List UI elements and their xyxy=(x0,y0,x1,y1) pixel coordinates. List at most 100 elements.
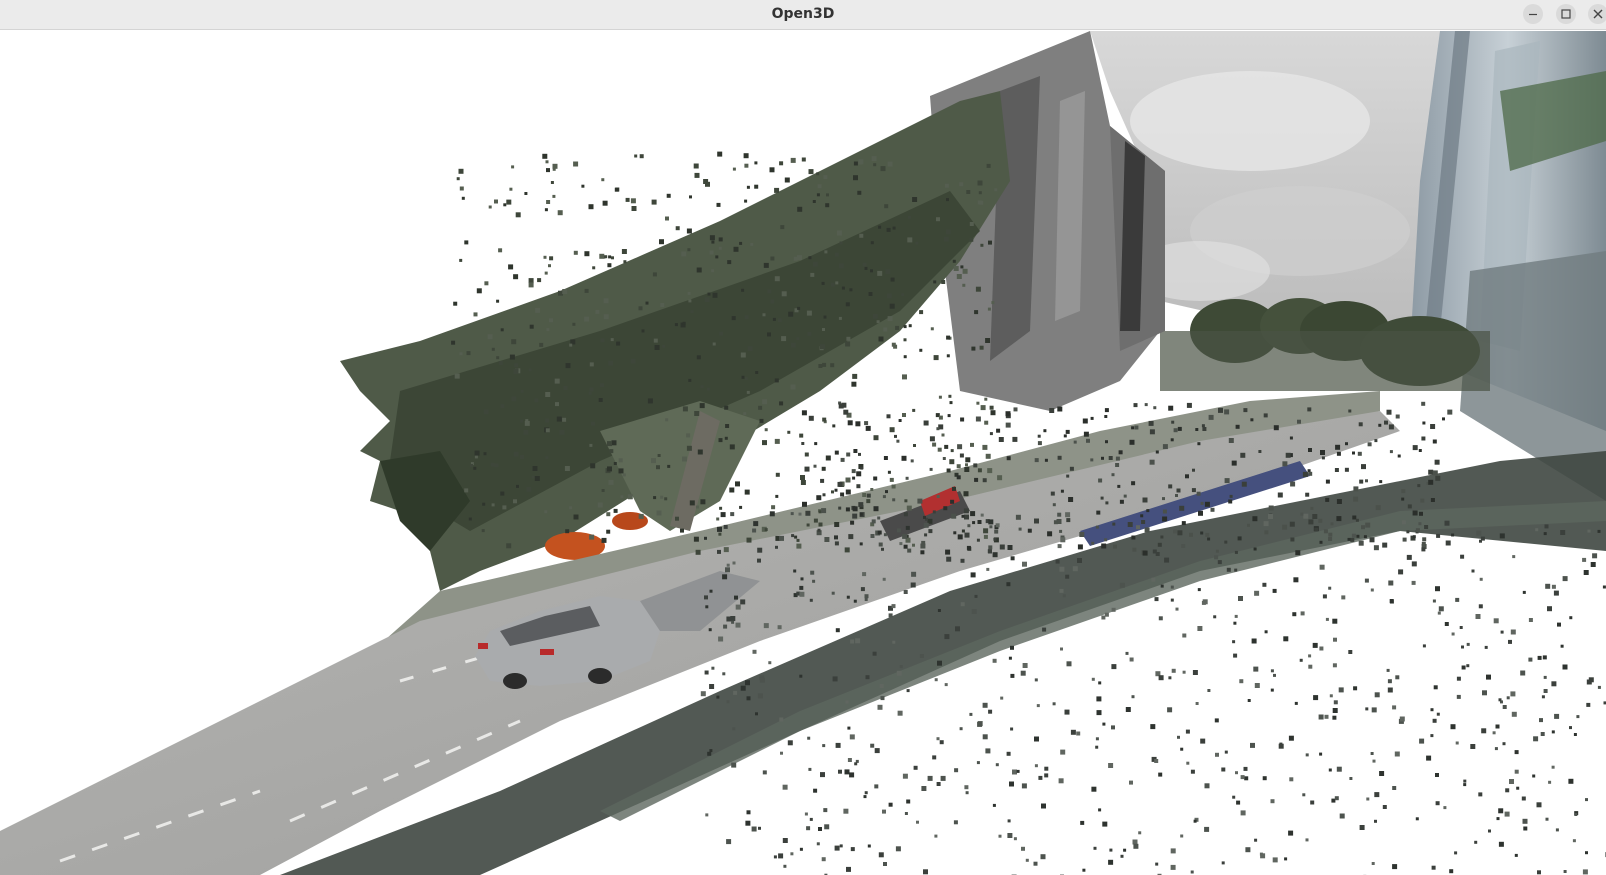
cloud-point xyxy=(653,496,657,500)
cloud-point xyxy=(487,334,493,340)
cloud-point xyxy=(834,450,839,455)
cloud-point xyxy=(597,502,603,508)
cloud-point xyxy=(903,590,908,594)
cloud-point xyxy=(1592,553,1598,559)
cloud-point xyxy=(1138,831,1142,835)
cloud-point xyxy=(853,599,857,603)
cloud-point xyxy=(1436,533,1441,538)
cloud-point xyxy=(1450,724,1456,730)
cloud-point xyxy=(1218,407,1223,413)
cloud-point xyxy=(755,712,758,716)
cloud-point xyxy=(1305,838,1309,842)
cloud-point xyxy=(782,784,788,790)
close-button[interactable] xyxy=(1588,4,1606,24)
cloud-point xyxy=(1181,544,1186,548)
cloud-point xyxy=(1406,530,1410,534)
cloud-point xyxy=(573,250,578,255)
cloud-point xyxy=(1350,537,1355,542)
cloud-point xyxy=(933,280,937,284)
cloud-point xyxy=(696,355,701,360)
cloud-point xyxy=(1010,645,1014,650)
cloud-point xyxy=(705,813,709,817)
cloud-point xyxy=(1554,713,1560,719)
maximize-button[interactable] xyxy=(1556,4,1576,24)
cloud-point xyxy=(589,387,594,392)
cloud-point xyxy=(584,316,590,322)
cloud-point xyxy=(1042,627,1047,632)
cloud-point xyxy=(1186,402,1192,408)
cloud-point xyxy=(1418,522,1422,526)
cloud-point xyxy=(1037,434,1041,438)
cloud-point xyxy=(735,481,740,487)
cloud-point xyxy=(1195,702,1199,705)
cloud-point xyxy=(858,452,861,456)
cloud-point xyxy=(498,361,503,365)
cloud-point xyxy=(877,530,882,535)
3d-viewport[interactable] xyxy=(0,31,1606,875)
cloud-point xyxy=(1158,616,1163,621)
cloud-point xyxy=(946,198,949,202)
cloud-point xyxy=(1020,670,1026,676)
cloud-point xyxy=(1079,532,1085,537)
cloud-point xyxy=(1532,774,1536,778)
cloud-point xyxy=(1582,869,1588,875)
cloud-point xyxy=(893,344,898,349)
cloud-point xyxy=(957,444,963,450)
cloud-point xyxy=(1047,531,1053,537)
cloud-point xyxy=(1460,554,1465,559)
cloud-point xyxy=(956,464,961,469)
cloud-point xyxy=(1221,767,1226,772)
cloud-point xyxy=(1514,853,1518,857)
cloud-point xyxy=(704,670,709,675)
cloud-point xyxy=(856,471,862,477)
cloud-point xyxy=(903,325,907,329)
cloud-point xyxy=(886,414,891,419)
point-cloud-render[interactable] xyxy=(0,31,1606,875)
cloud-point xyxy=(1010,556,1015,561)
cloud-point xyxy=(700,691,706,697)
cloud-point xyxy=(1388,424,1394,430)
cloud-point xyxy=(1334,796,1339,801)
cloud-point xyxy=(883,456,888,460)
cloud-point xyxy=(1080,820,1085,825)
cloud-point xyxy=(777,625,782,630)
cloud-point xyxy=(1233,653,1238,658)
cloud-point xyxy=(1374,819,1377,823)
cloud-point xyxy=(1065,574,1070,579)
cloud-point xyxy=(464,240,469,245)
minimize-button[interactable] xyxy=(1523,4,1543,24)
cloud-point xyxy=(740,685,746,691)
cloud-point xyxy=(1356,534,1360,538)
title-bar[interactable]: Open3D xyxy=(0,0,1606,30)
cloud-point xyxy=(870,269,873,273)
cloud-point xyxy=(964,467,970,472)
cloud-point xyxy=(1060,647,1063,651)
cloud-point xyxy=(1207,689,1211,692)
cloud-point xyxy=(1297,419,1301,424)
cloud-point xyxy=(496,356,500,360)
cloud-point xyxy=(812,261,818,267)
cloud-point xyxy=(1545,583,1551,589)
cloud-point xyxy=(801,442,805,445)
cloud-point xyxy=(1421,547,1426,552)
cloud-point xyxy=(666,193,671,198)
cloud-point xyxy=(1018,527,1022,531)
cloud-point xyxy=(896,670,902,676)
cloud-point xyxy=(1336,499,1342,504)
cloud-point xyxy=(686,433,691,438)
cloud-point xyxy=(1339,813,1345,819)
cloud-point xyxy=(995,523,1000,528)
cloud-point xyxy=(528,278,534,284)
cloud-point xyxy=(1585,851,1588,855)
cloud-point xyxy=(1142,497,1148,503)
cloud-point xyxy=(800,480,806,485)
cloud-point xyxy=(977,200,982,205)
cloud-point xyxy=(970,442,974,447)
cloud-point xyxy=(996,428,1001,433)
cloud-point xyxy=(976,538,980,542)
cloud-point xyxy=(890,277,895,282)
cloud-point xyxy=(1073,440,1077,444)
cloud-point xyxy=(790,512,794,516)
cloud-point xyxy=(852,506,858,512)
cloud-point xyxy=(609,449,614,454)
